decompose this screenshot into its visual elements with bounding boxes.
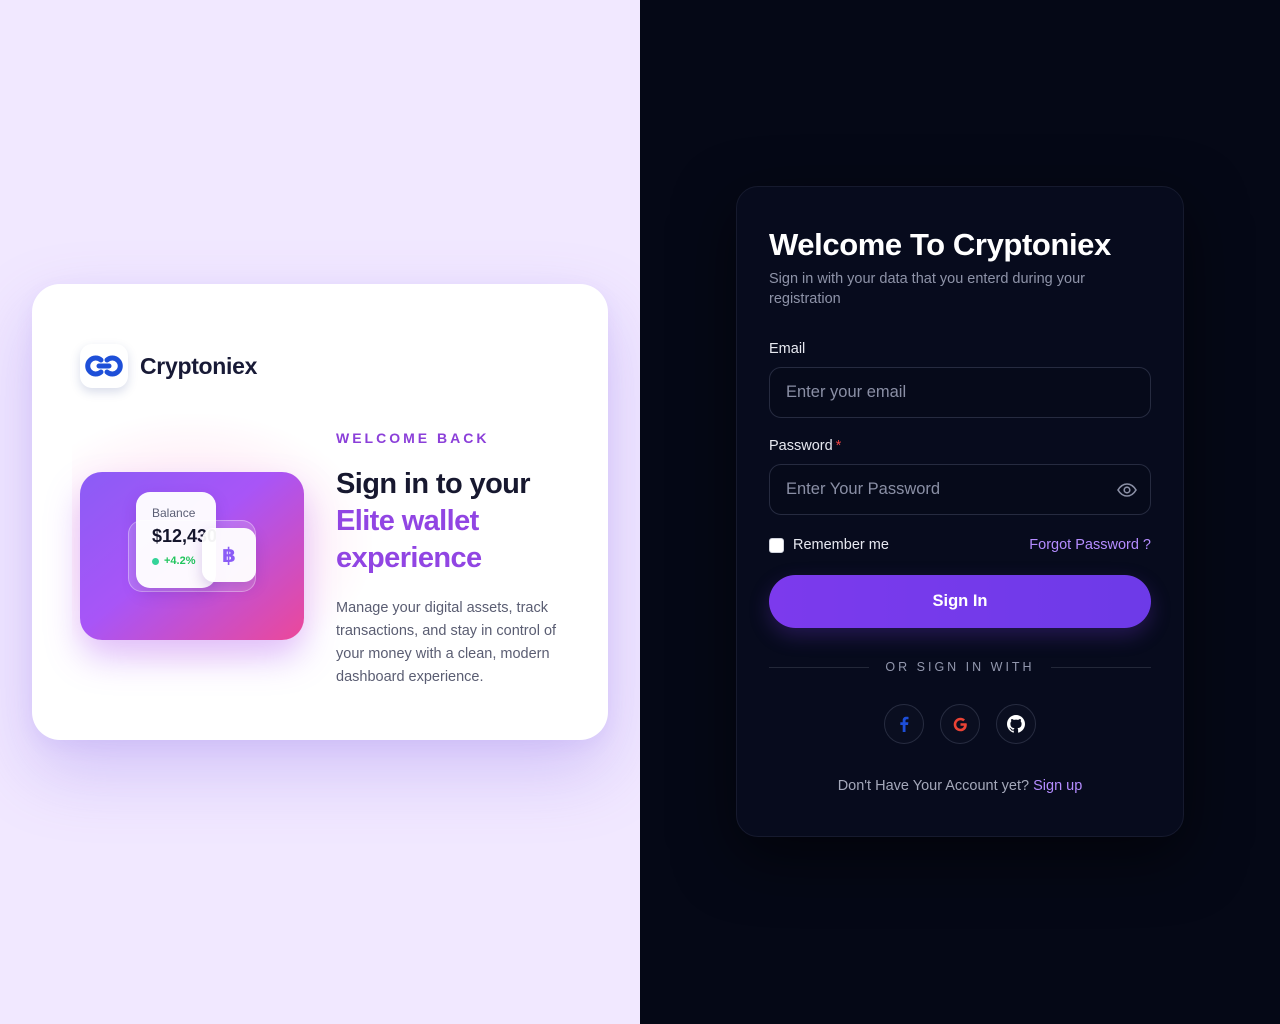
divider-line-left	[769, 666, 870, 668]
facebook-button[interactable]	[884, 704, 924, 744]
remember-checkbox[interactable]	[769, 537, 784, 553]
forgot-password-link[interactable]: Forgot Password ?	[1029, 537, 1151, 553]
brand-name: Cryptoniex	[140, 352, 258, 379]
divider: OR SIGN IN WITH	[769, 660, 1152, 674]
password-input[interactable]	[786, 480, 1134, 499]
password-label: Password *	[769, 438, 1151, 454]
divider-line-right	[1050, 666, 1152, 668]
login-form: Welcome To Cryptoniex Sign in with your …	[769, 227, 1152, 794]
email-input[interactable]	[786, 383, 1134, 402]
signup-row: Don't Have Your Account yet? Sign up	[769, 778, 1151, 794]
options-row: Remember me Forgot Password ?	[769, 537, 1151, 553]
promo-description: Manage your digital assets, track transa…	[336, 600, 557, 685]
facebook-icon	[900, 716, 909, 732]
headline-line-1: Sign in to your	[336, 468, 531, 500]
email-label: Email	[769, 341, 806, 357]
signup-prompt: Don't Have Your Account yet?	[837, 778, 1030, 794]
status-dot-icon	[152, 557, 159, 565]
brand: Cryptoniex	[80, 344, 257, 388]
eyebrow: WELCOME BACK	[336, 430, 490, 446]
divider-text: OR SIGN IN WITH	[885, 660, 1035, 674]
github-icon	[1007, 715, 1025, 733]
google-icon	[953, 717, 967, 731]
password-label-text: Password	[769, 438, 833, 454]
login-subtitle: Sign in with your data that you enterd d…	[769, 271, 1085, 307]
sign-in-button[interactable]: Sign In	[769, 575, 1151, 628]
password-input-wrapper	[769, 464, 1151, 515]
login-title: Welcome To Cryptoniex	[769, 227, 1111, 262]
github-button[interactable]	[996, 704, 1036, 744]
promo-text: WELCOME BACK Sign in to your Elite walle…	[336, 430, 576, 689]
headline-line-3: experience	[336, 542, 482, 574]
balance-change-value: +4.2%	[164, 555, 196, 567]
sign-up-link[interactable]: Sign up	[1033, 778, 1082, 794]
google-button[interactable]	[940, 704, 980, 744]
login-card: Welcome To Cryptoniex Sign in with your …	[736, 186, 1184, 837]
balance-label: Balance	[152, 506, 196, 520]
wallet-illustration: Balance $12,430 +4.2% ฿	[80, 472, 304, 640]
right-panel: Welcome To Cryptoniex Sign in with your …	[640, 0, 1280, 1024]
headline: Sign in to your Elite wallet experience	[336, 466, 576, 577]
bitcoin-icon: ฿	[202, 528, 256, 582]
required-mark: *	[835, 438, 842, 454]
headline-line-2: Elite wallet	[336, 505, 479, 537]
eye-icon[interactable]	[1116, 479, 1138, 501]
remember-label: Remember me	[793, 537, 889, 553]
linked-arrows-logo-icon	[80, 344, 128, 388]
social-buttons	[769, 704, 1151, 744]
remember-me[interactable]: Remember me	[769, 537, 889, 553]
email-input-wrapper	[769, 367, 1151, 418]
promo-card: Cryptoniex Balance $12,430 +4.2% ฿ WELCO…	[32, 284, 608, 740]
left-panel: Cryptoniex Balance $12,430 +4.2% ฿ WELCO…	[0, 0, 640, 1024]
